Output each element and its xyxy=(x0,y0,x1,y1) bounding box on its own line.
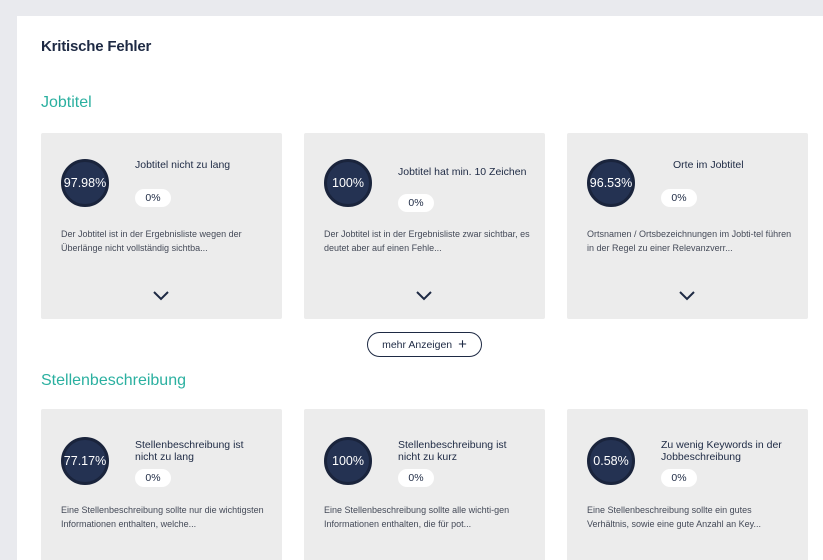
percent-badge: 0% xyxy=(398,469,434,487)
check-card[interactable]: 97.98% Jobtitel nicht zu lang 0% Der Job… xyxy=(41,133,282,319)
check-card[interactable]: 100% Stellenbeschreibung ist nicht zu ku… xyxy=(304,409,545,560)
check-name: Jobtitel nicht zu lang xyxy=(135,159,231,171)
stellenbeschreibung-card-row: 77.17% Stellenbeschreibung ist nicht zu … xyxy=(41,409,808,560)
check-name: Stellenbeschreibung ist nicht zu kurz xyxy=(398,439,507,463)
percent-badge: 0% xyxy=(661,189,697,207)
check-description: Eine Stellenbeschreibung sollte ein gute… xyxy=(587,505,761,529)
check-description: Der Jobtitel ist in der Ergebnisliste zw… xyxy=(324,229,530,253)
check-card[interactable]: 96.53% Orte im Jobtitel 0% Ortsnamen / O… xyxy=(567,133,808,319)
score-circle: 96.53% xyxy=(587,159,635,207)
critical-errors-panel: Kritische Fehler Jobtitel 97.98% Jobtite… xyxy=(17,16,823,560)
check-description: Ortsnamen / Ortsbezeichnungen im Jobti-t… xyxy=(587,229,792,253)
score-circle: 97.98% xyxy=(61,159,109,207)
show-more-label: mehr Anzeigen xyxy=(382,338,453,351)
percent-badge: 0% xyxy=(135,189,171,207)
section-title-jobtitel: Jobtitel xyxy=(41,94,92,111)
check-card[interactable]: 77.17% Stellenbeschreibung ist nicht zu … xyxy=(41,409,282,560)
check-description: Eine Stellenbeschreibung sollte alle wic… xyxy=(324,505,510,529)
check-name: Orte im Jobtitel xyxy=(673,159,744,171)
chevron-down-icon[interactable] xyxy=(677,288,697,302)
chevron-down-icon[interactable] xyxy=(151,288,171,302)
section-title-stellenbeschreibung: Stellenbeschreibung xyxy=(41,372,186,389)
check-name: Jobtitel hat min. 10 Zeichen xyxy=(398,166,527,178)
percent-badge: 0% xyxy=(398,194,434,212)
check-card[interactable]: 0.58% Zu wenig Keywords in der Jobbeschr… xyxy=(567,409,808,560)
score-circle: 100% xyxy=(324,437,372,485)
check-name: Zu wenig Keywords in der Jobbeschreibung xyxy=(661,439,782,463)
check-name: Stellenbeschreibung ist nicht zu lang xyxy=(135,439,244,463)
score-circle: 100% xyxy=(324,159,372,207)
jobtitel-card-row: 97.98% Jobtitel nicht zu lang 0% Der Job… xyxy=(41,133,808,319)
panel-title: Kritische Fehler xyxy=(41,38,152,55)
chevron-down-icon[interactable] xyxy=(414,288,434,302)
plus-icon: + xyxy=(458,335,467,353)
check-description: Der Jobtitel ist in der Ergebnisliste we… xyxy=(61,229,242,253)
score-circle: 77.17% xyxy=(61,437,109,485)
check-card[interactable]: 100% Jobtitel hat min. 10 Zeichen 0% Der… xyxy=(304,133,545,319)
show-more-button[interactable]: mehr Anzeigen + xyxy=(367,332,482,357)
percent-badge: 0% xyxy=(135,469,171,487)
check-description: Eine Stellenbeschreibung sollte nur die … xyxy=(61,505,264,529)
percent-badge: 0% xyxy=(661,469,697,487)
score-circle: 0.58% xyxy=(587,437,635,485)
